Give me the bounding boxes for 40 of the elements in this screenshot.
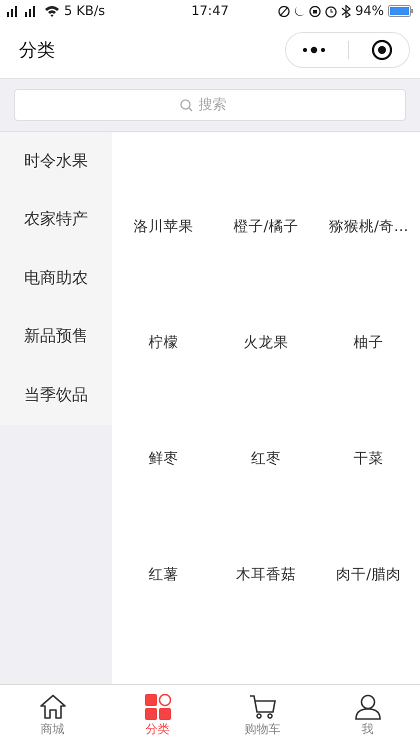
cart-icon [248,694,276,720]
product-label[interactable]: 红薯 [148,565,178,584]
product-label[interactable]: 干菜 [354,449,384,468]
product-label[interactable]: 肉干/腊肉 [336,565,402,584]
more-icon[interactable] [302,46,326,54]
category-item[interactable]: 农家特产 [0,190,112,249]
tab[interactable]: 我 [315,685,420,747]
tab[interactable]: 购物车 [210,685,315,747]
search-field[interactable]: 搜索 [196,96,240,114]
page-title: 分类 [19,39,55,62]
product-label[interactable]: 火龙果 [243,333,288,352]
clock: 17:47 [191,4,229,18]
category-item[interactable]: 当季饮品 [0,366,112,424]
battery-icon [388,5,414,17]
tab[interactable]: 商城 [0,685,105,747]
product-label[interactable]: 柠檬 [148,333,178,352]
home-icon [38,694,66,720]
product-label[interactable]: 红枣 [250,449,281,468]
bluetooth-icon [341,4,352,18]
product-label[interactable]: 洛川苹果 [133,217,194,236]
category-item[interactable]: 时令水果 [0,132,112,190]
network-speed: 5 KB/s [64,4,105,18]
rotation-lock-icon [309,4,322,18]
product-label[interactable]: 橙子/橘子 [234,217,298,236]
wifi-icon [44,5,60,17]
category-item[interactable]: 新品预售 [0,308,112,366]
product-label[interactable]: 柚子 [354,333,384,352]
tab[interactable]: 分类 [105,685,210,747]
close-icon[interactable] [371,39,393,61]
grid-icon [144,694,170,720]
product-label[interactable]: 木耳香菇 [236,565,296,584]
moon-icon [294,4,306,18]
product-label[interactable]: 鲜枣 [148,449,178,468]
person-icon [354,694,382,720]
alarm-icon [325,4,338,18]
vibrate-off-icon [278,4,290,18]
search-icon [180,98,192,112]
category-item[interactable]: 电商助农 [0,249,112,308]
product-label[interactable]: 猕猴桃/奇… [328,217,408,236]
battery-percent: 94% [355,4,384,18]
